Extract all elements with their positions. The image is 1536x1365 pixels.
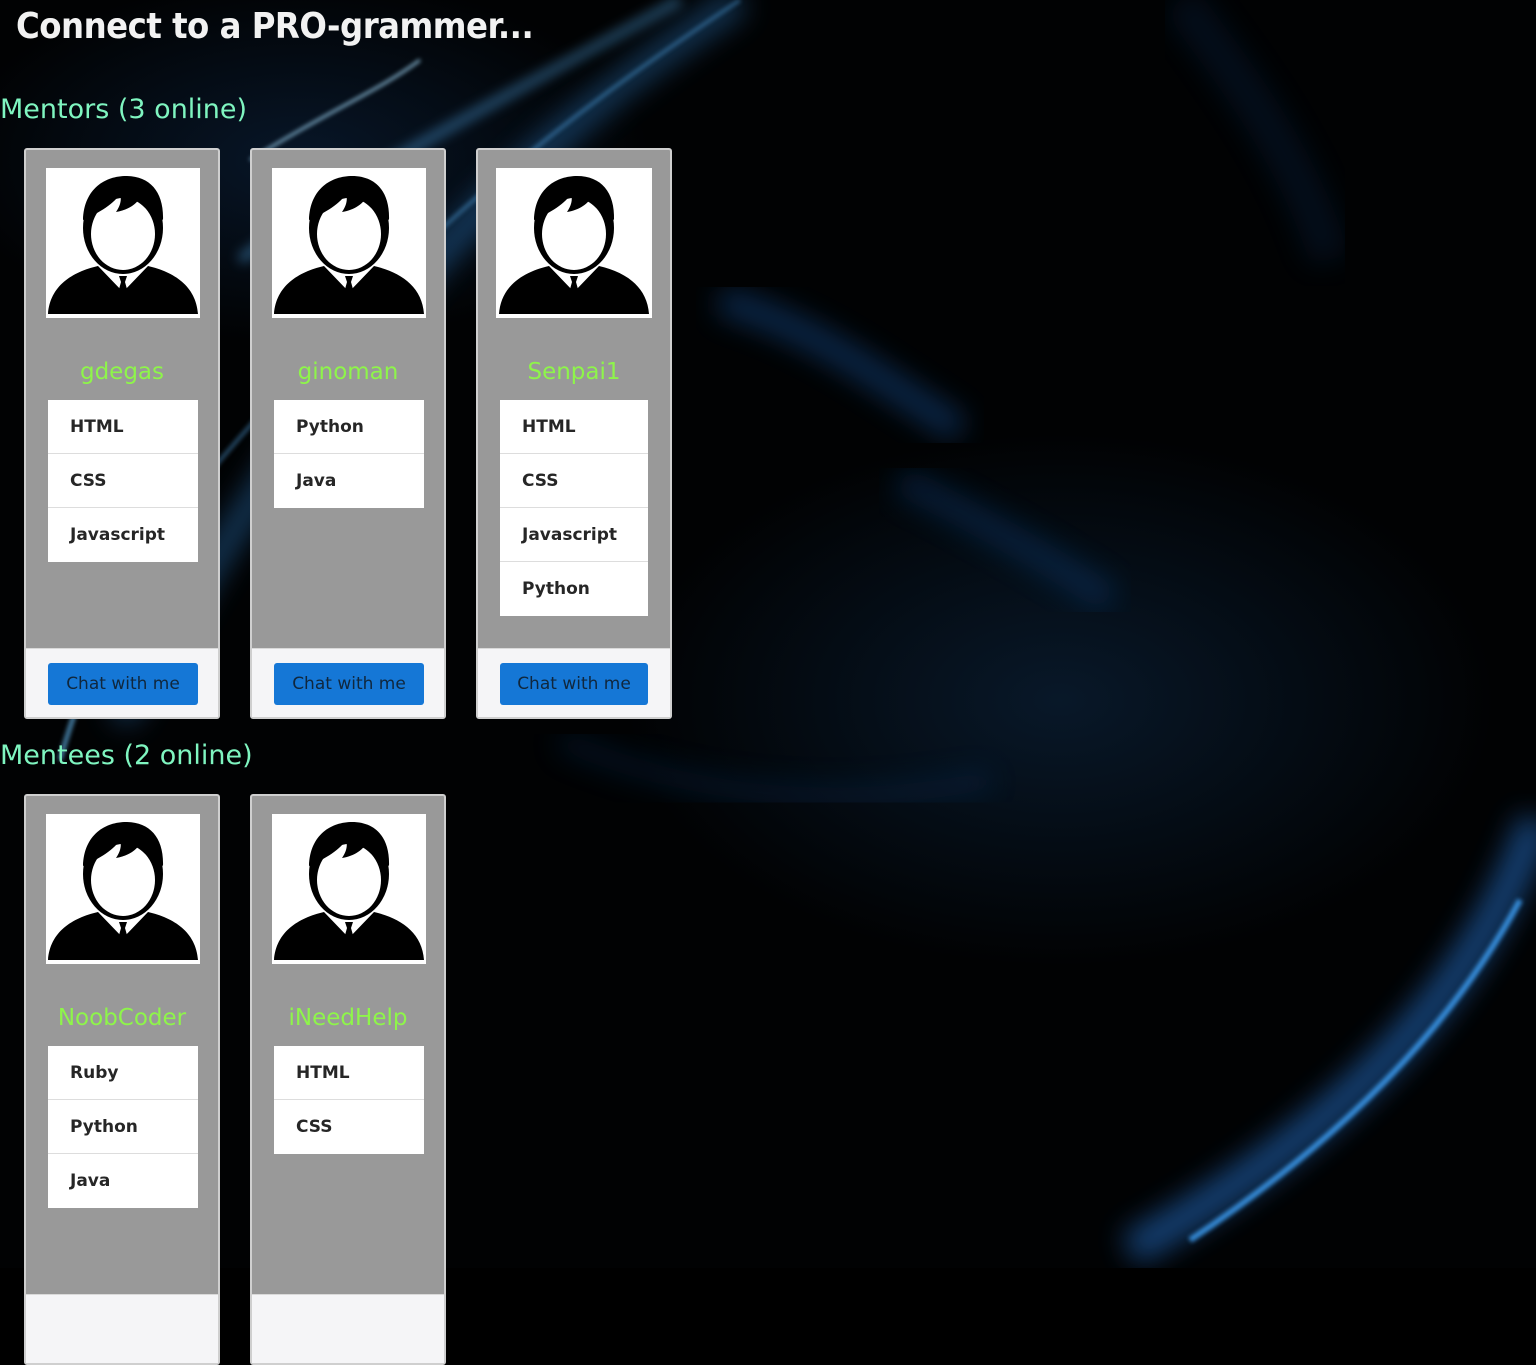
card-body: ginoman Python Java xyxy=(252,150,444,648)
card-body: iNeedHelp HTML CSS xyxy=(252,796,444,1294)
skill-item: Python xyxy=(274,400,424,454)
mentee-name: NoobCoder xyxy=(57,1005,187,1031)
skill-item: Python xyxy=(48,1100,198,1154)
skill-list: HTML CSS Javascript Python xyxy=(500,400,648,616)
skill-item: CSS xyxy=(48,454,198,508)
skill-item: Javascript xyxy=(500,508,648,562)
card-body: gdegas HTML CSS Javascript xyxy=(26,150,218,648)
chat-with-me-button[interactable]: Chat with me xyxy=(274,663,424,705)
user-avatar-icon xyxy=(272,168,426,318)
skill-item: HTML xyxy=(274,1046,424,1100)
chat-with-me-button[interactable]: Chat with me xyxy=(500,663,648,705)
user-avatar-icon xyxy=(272,814,426,964)
skill-item: Python xyxy=(500,562,648,616)
mentee-name: iNeedHelp xyxy=(288,1005,408,1031)
skill-item: HTML xyxy=(48,400,198,454)
skill-list: HTML CSS Javascript xyxy=(48,400,198,562)
mentee-card: iNeedHelp HTML CSS xyxy=(250,794,446,1365)
mentees-card-row: NoobCoder Ruby Python Java iNeedHelp HTM… xyxy=(24,794,446,1365)
mentors-card-row: gdegas HTML CSS Javascript Chat with me xyxy=(24,148,672,719)
user-avatar-icon xyxy=(46,814,200,964)
skill-item: Java xyxy=(274,454,424,508)
card-footer xyxy=(252,1294,444,1363)
card-footer: Chat with me xyxy=(478,648,670,717)
skill-list: Python Java xyxy=(274,400,424,508)
skill-item: Java xyxy=(48,1154,198,1208)
skill-item: CSS xyxy=(500,454,648,508)
page-title: Connect to a PRO-grammer... xyxy=(16,6,534,47)
chat-with-me-button[interactable]: Chat with me xyxy=(48,663,198,705)
card-footer: Chat with me xyxy=(252,648,444,717)
mentor-card: ginoman Python Java Chat with me xyxy=(250,148,446,719)
skill-item: CSS xyxy=(274,1100,424,1154)
card-body: Senpai1 HTML CSS Javascript Python xyxy=(478,150,670,648)
card-body: NoobCoder Ruby Python Java xyxy=(26,796,218,1294)
mentor-name: Senpai1 xyxy=(527,359,621,385)
mentee-card: NoobCoder Ruby Python Java xyxy=(24,794,220,1365)
mentor-card: gdegas HTML CSS Javascript Chat with me xyxy=(24,148,220,719)
skill-item: HTML xyxy=(500,400,648,454)
mentor-name: ginoman xyxy=(297,359,399,385)
mentors-heading: Mentors (3 online) xyxy=(0,94,248,125)
mentor-name: gdegas xyxy=(79,359,165,385)
mentees-heading: Mentees (2 online) xyxy=(0,740,253,771)
card-footer: Chat with me xyxy=(26,648,218,717)
skill-list: HTML CSS xyxy=(274,1046,424,1154)
skill-item: Ruby xyxy=(48,1046,198,1100)
user-avatar-icon xyxy=(46,168,200,318)
skill-item: Javascript xyxy=(48,508,198,562)
user-avatar-icon xyxy=(496,168,652,318)
card-footer xyxy=(26,1294,218,1363)
mentor-card: Senpai1 HTML CSS Javascript Python Chat … xyxy=(476,148,672,719)
skill-list: Ruby Python Java xyxy=(48,1046,198,1208)
